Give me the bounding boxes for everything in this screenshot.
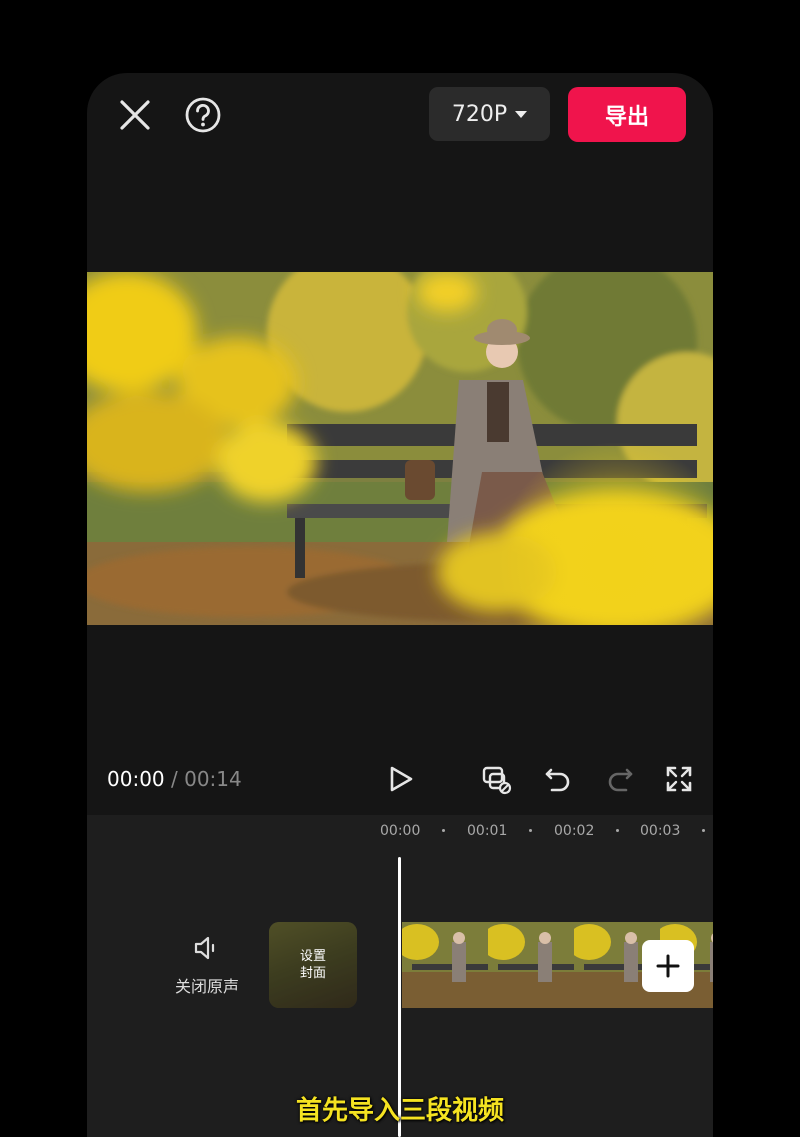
- keyframe-icon: [482, 766, 512, 795]
- redo-icon: [608, 768, 633, 792]
- mute-label: 关闭原声: [174, 977, 239, 996]
- current-time: 00:00: [107, 767, 165, 791]
- clip-thumbnail[interactable]: [488, 922, 574, 1008]
- ruler-dot: [702, 829, 705, 832]
- fullscreen-button[interactable]: [663, 763, 695, 795]
- ruler-tick: 00:02: [554, 823, 595, 839]
- cover-label: 设置封面: [299, 949, 326, 981]
- undo-button[interactable]: [542, 763, 574, 795]
- close-icon: [120, 100, 150, 130]
- ruler-dot: [529, 829, 532, 832]
- ruler-dot: [442, 829, 445, 832]
- close-button[interactable]: [115, 95, 155, 135]
- clip-thumbnail[interactable]: [402, 922, 488, 1008]
- ruler-dot: [616, 829, 619, 832]
- add-clip-button[interactable]: [642, 940, 694, 992]
- keyframe-button[interactable]: [480, 763, 514, 797]
- fullscreen-icon: [666, 766, 692, 792]
- resolution-dropdown[interactable]: 720P: [429, 87, 550, 141]
- plus-icon: [656, 954, 680, 978]
- time-display: 00:00 / 00:14: [107, 767, 242, 791]
- help-button[interactable]: [183, 95, 223, 135]
- video-preview[interactable]: [87, 272, 713, 625]
- mute-original-button[interactable]: 关闭原声: [157, 935, 257, 997]
- help-icon: [185, 97, 221, 133]
- play-button[interactable]: [385, 763, 417, 795]
- resolution-label: 720P: [451, 101, 508, 127]
- undo-icon: [545, 768, 570, 792]
- speaker-icon: [194, 936, 215, 960]
- play-icon: [390, 766, 413, 792]
- redo-button[interactable]: [604, 763, 636, 795]
- playback-controls: 00:00 / 00:14: [87, 753, 713, 805]
- ruler-tick: 00:03: [640, 823, 681, 839]
- export-button[interactable]: 导出: [568, 87, 686, 142]
- ruler-tick: 00:00: [380, 823, 421, 839]
- preview-image: [87, 272, 713, 625]
- timeline[interactable]: 00:00 00:01 00:02 00:03 关闭原声 设置封面: [87, 815, 713, 1137]
- caption-subtitle: 首先导入三段视频: [295, 1096, 504, 1126]
- total-time: 00:14: [184, 767, 242, 791]
- ruler-tick: 00:01: [467, 823, 508, 839]
- clip-frame: [402, 922, 488, 1008]
- set-cover-button[interactable]: 设置封面: [269, 922, 357, 1008]
- chevron-down-icon: [515, 110, 528, 118]
- clip-frame: [488, 922, 574, 1008]
- editor-window: 720P 导出 00:00 / 00:14 00:00 00:01 00:02 …: [87, 73, 713, 1137]
- top-bar: 720P 导出: [87, 73, 713, 158]
- time-separator: /: [171, 767, 178, 791]
- time-ruler: 00:00 00:01 00:02 00:03: [87, 815, 713, 845]
